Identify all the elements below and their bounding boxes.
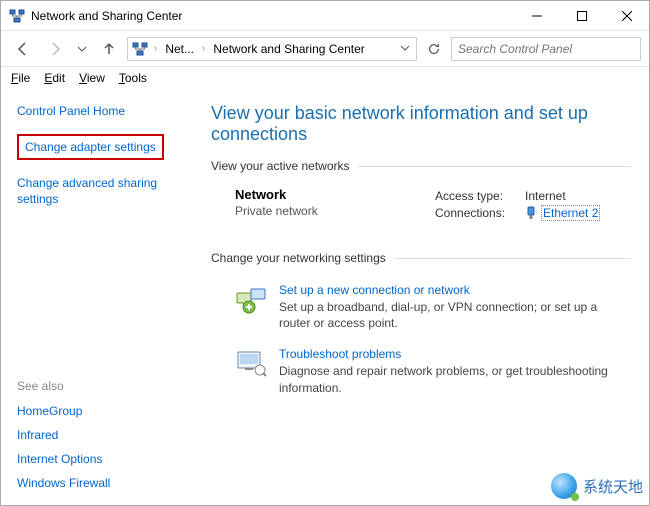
access-type-value: Internet: [525, 189, 566, 203]
menu-view-rest: iew: [87, 71, 105, 85]
window-title-text: Network and Sharing Center: [31, 9, 182, 23]
close-button[interactable]: [604, 1, 649, 30]
up-button[interactable]: [95, 35, 123, 63]
network-details: Access type: Internet Connections: Ether…: [435, 187, 631, 223]
group-change-settings-label: Change your networking settings: [211, 251, 386, 265]
breadcrumb[interactable]: › Net... › Network and Sharing Center: [127, 37, 417, 61]
sidebar-link-advanced-sharing[interactable]: Change advanced sharing settings: [17, 176, 195, 207]
sharing-center-icon: [9, 8, 25, 24]
sidebar-link-adapter-settings[interactable]: Change adapter settings: [17, 134, 164, 160]
active-network-row: Network Private network Access type: Int…: [211, 183, 631, 233]
group-active-networks-label: View your active networks: [211, 159, 350, 173]
watermark: 系统天地: [551, 473, 643, 499]
access-type-label: Access type:: [435, 189, 515, 203]
back-button[interactable]: [9, 35, 37, 63]
setup-connection-icon: [235, 283, 267, 315]
chevron-right-icon[interactable]: ›: [152, 43, 159, 54]
menu-file[interactable]: File: [11, 71, 30, 85]
search-input[interactable]: [451, 37, 641, 61]
ethernet-icon: [525, 206, 537, 220]
menu-tools[interactable]: Tools: [119, 71, 147, 85]
setup-connection-item: Set up a new connection or network Set u…: [211, 275, 631, 339]
recent-locations-button[interactable]: [73, 35, 91, 63]
body: Control Panel Home Change adapter settin…: [1, 89, 649, 505]
sidebar-link-internet-options[interactable]: Internet Options: [17, 452, 195, 466]
sidebar-link-infrared[interactable]: Infrared: [17, 428, 195, 442]
window-controls: [514, 1, 649, 30]
window-title: Network and Sharing Center: [9, 8, 514, 24]
nav-bar: › Net... › Network and Sharing Center: [1, 31, 649, 67]
menu-edit-rest: dit: [52, 71, 65, 85]
sidebar-link-windows-firewall[interactable]: Windows Firewall: [17, 476, 195, 490]
title-bar: Network and Sharing Center: [1, 1, 649, 31]
maximize-button[interactable]: [559, 1, 604, 30]
minimize-button[interactable]: [514, 1, 559, 30]
connections-label: Connections:: [435, 206, 515, 220]
setup-connection-title[interactable]: Set up a new connection or network: [279, 283, 631, 297]
content: View your basic network information and …: [201, 89, 649, 505]
divider: [394, 258, 631, 259]
refresh-button[interactable]: [421, 37, 447, 61]
group-active-networks: View your active networks: [211, 159, 631, 173]
sidebar-link-homegroup[interactable]: HomeGroup: [17, 404, 195, 418]
page-heading: View your basic network information and …: [211, 103, 631, 145]
breadcrumb-icon: [132, 41, 148, 57]
divider: [358, 166, 631, 167]
network-type: Private network: [235, 204, 415, 218]
setup-connection-desc: Set up a broadband, dial-up, or VPN conn…: [279, 299, 631, 331]
troubleshoot-title[interactable]: Troubleshoot problems: [279, 347, 631, 361]
menu-file-rest: ile: [18, 71, 30, 85]
sidebar-see-also-heading: See also: [17, 379, 195, 393]
menu-bar: File Edit View Tools: [1, 67, 649, 89]
sidebar-spacer: [17, 212, 195, 373]
watermark-text: 系统天地: [583, 476, 643, 497]
troubleshoot-item: Troubleshoot problems Diagnose and repai…: [211, 339, 631, 403]
sidebar-link-home[interactable]: Control Panel Home: [17, 104, 195, 118]
menu-view[interactable]: View: [79, 71, 105, 85]
group-change-settings: Change your networking settings: [211, 251, 631, 265]
breadcrumb-seg-1[interactable]: Net...: [161, 42, 198, 56]
network-name: Network: [235, 187, 415, 202]
menu-tools-rest: ools: [125, 71, 147, 85]
troubleshoot-icon: [235, 347, 267, 379]
menu-edit[interactable]: Edit: [44, 71, 65, 85]
breadcrumb-dropdown[interactable]: [396, 42, 414, 56]
breadcrumb-seg-2[interactable]: Network and Sharing Center: [209, 42, 394, 56]
sidebar: Control Panel Home Change adapter settin…: [1, 89, 201, 505]
globe-icon: [551, 473, 577, 499]
troubleshoot-desc: Diagnose and repair network problems, or…: [279, 363, 631, 395]
connection-link[interactable]: Ethernet 2: [541, 205, 600, 221]
forward-button[interactable]: [41, 35, 69, 63]
chevron-right-icon[interactable]: ›: [200, 43, 207, 54]
network-identity: Network Private network: [235, 187, 415, 223]
